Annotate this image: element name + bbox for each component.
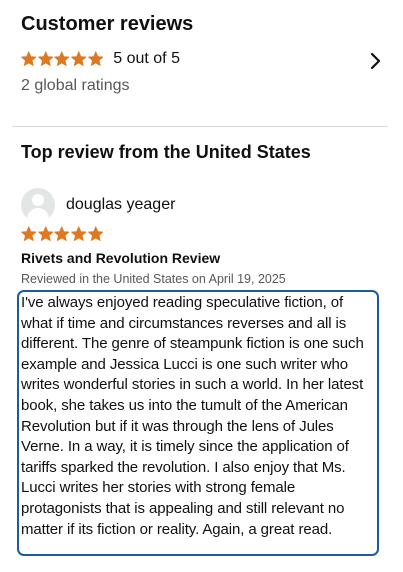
average-rating-row[interactable]: 5 out of 5 xyxy=(21,46,391,72)
average-star-rating xyxy=(21,51,104,67)
section-divider xyxy=(12,126,388,127)
reviewer-name[interactable]: douglas yeager xyxy=(66,195,175,215)
customer-reviews-heading: Customer reviews xyxy=(21,13,194,35)
review-title[interactable]: Rivets and Revolution Review xyxy=(21,249,220,267)
star-icon xyxy=(87,226,104,242)
star-icon xyxy=(54,226,70,242)
average-rating-text: 5 out of 5 xyxy=(113,50,180,67)
star-icon xyxy=(54,51,70,67)
top-review-heading: Top review from the United States xyxy=(21,142,311,162)
review-date: Reviewed in the United States on April 1… xyxy=(21,272,286,286)
user-avatar-icon xyxy=(21,188,55,222)
review-body-text: I've always enjoyed reading speculative … xyxy=(21,294,364,538)
chevron-right-icon[interactable] xyxy=(369,52,381,70)
star-icon xyxy=(71,226,87,242)
review-body-container[interactable]: I've always enjoyed reading speculative … xyxy=(17,290,379,556)
star-icon xyxy=(21,51,37,67)
global-ratings-count: 2 global ratings xyxy=(21,77,130,94)
star-icon xyxy=(71,51,87,67)
star-icon xyxy=(87,51,104,67)
review-star-rating xyxy=(21,225,104,243)
reviewer-profile[interactable]: douglas yeager xyxy=(21,188,175,222)
star-icon xyxy=(21,226,37,242)
star-icon xyxy=(37,51,54,67)
star-icon xyxy=(37,226,54,242)
